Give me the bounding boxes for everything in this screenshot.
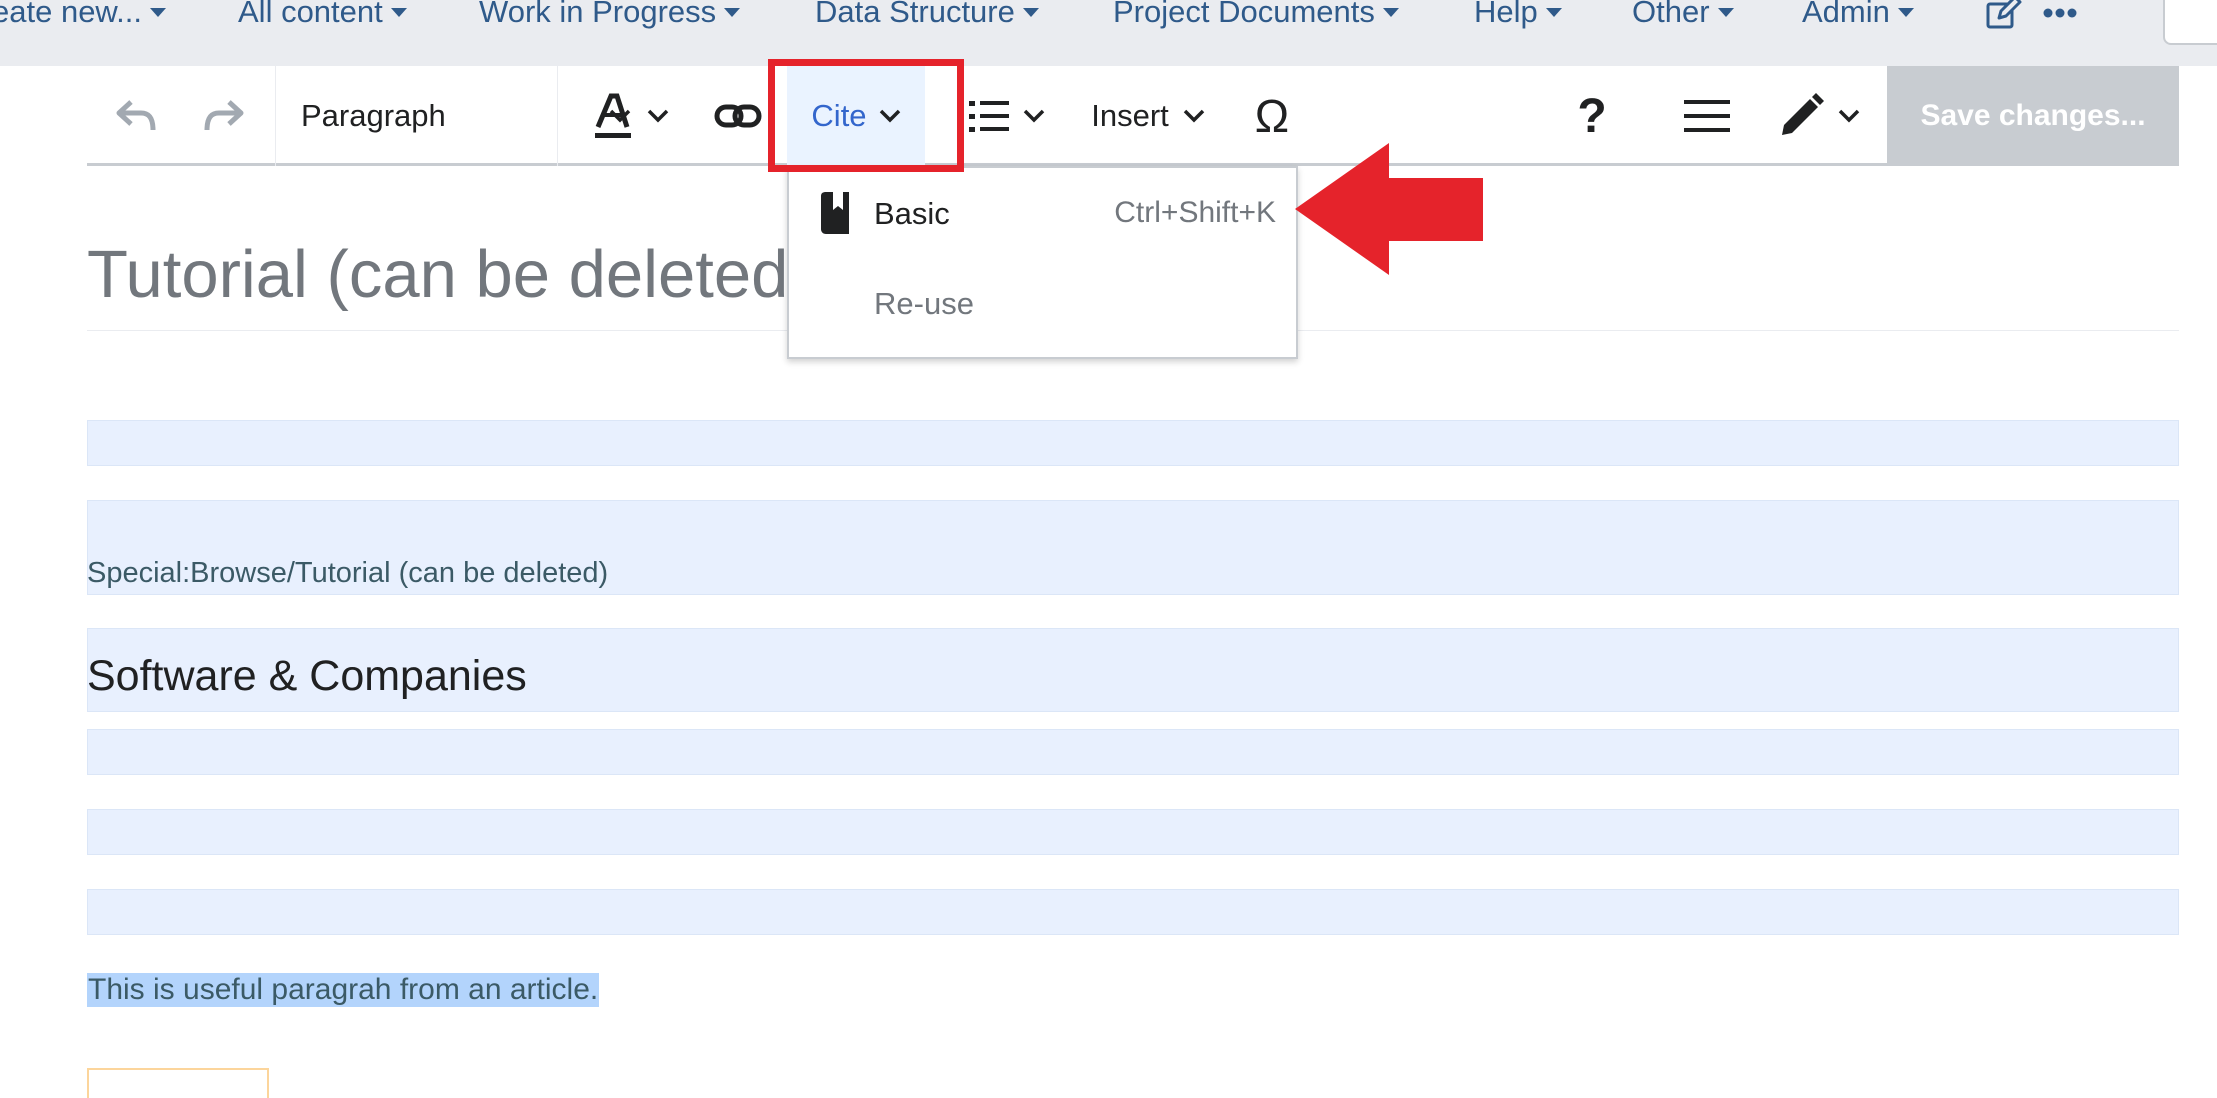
caret-down-icon: [1022, 7, 1039, 17]
nav-help[interactable]: Help: [1474, 0, 1562, 30]
cite-menu-item-basic[interactable]: Basic Ctrl+Shift+K: [789, 168, 1296, 260]
help-icon: ?: [1577, 89, 1607, 143]
caret-down-icon: [1897, 7, 1914, 17]
content-block[interactable]: [87, 729, 2179, 775]
nav-other[interactable]: Other: [1632, 0, 1734, 30]
caret-down-icon: [149, 7, 166, 17]
caret-down-icon: [1382, 7, 1399, 17]
nav-data-structure[interactable]: Data Structure: [815, 0, 1039, 30]
menu-icon: [1684, 100, 1730, 132]
omega-icon: Ω: [1254, 90, 1290, 142]
cite-dropdown-menu: Basic Ctrl+Shift+K Re-use: [787, 166, 1298, 359]
chevron-down-icon: [1023, 109, 1045, 123]
nav-all-content-label: All content: [238, 0, 383, 29]
toolbar-separator: [557, 66, 558, 166]
nav-admin[interactable]: Admin: [1802, 0, 1914, 30]
nav-all-content[interactable]: All content: [238, 0, 407, 30]
cite-basic-label: Basic: [874, 196, 950, 231]
browse-link[interactable]: Special:Browse/Tutorial (can be deleted): [87, 557, 608, 590]
nav-work-in-progress[interactable]: Work in Progress: [479, 0, 741, 30]
nav-work-in-progress-label: Work in Progress: [479, 0, 717, 29]
undo-icon: [116, 100, 156, 131]
text-style-dropdown[interactable]: [587, 86, 677, 146]
nav-admin-label: Admin: [1802, 0, 1890, 29]
special-character-button[interactable]: Ω: [1237, 86, 1307, 146]
undo-button[interactable]: [107, 91, 167, 141]
search-box[interactable]: [2163, 0, 2217, 45]
page-options-button[interactable]: [1672, 91, 1742, 141]
text-style-icon: [595, 93, 631, 138]
cite-basic-shortcut: Ctrl+Shift+K: [1114, 196, 1276, 229]
chevron-down-icon: [1183, 109, 1205, 123]
insert-label: Insert: [1091, 98, 1169, 133]
save-changes-label: Save changes...: [1920, 99, 2146, 132]
top-navigation-bar: eate new... All content Work in Progress…: [0, 0, 2217, 66]
nav-other-label: Other: [1632, 0, 1710, 29]
paragraph-format-label: Paragraph: [301, 98, 446, 133]
nav-create-new[interactable]: eate new...: [0, 0, 166, 30]
content-block[interactable]: [87, 889, 2179, 935]
redo-icon: [204, 100, 244, 131]
more-icon[interactable]: [2043, 8, 2077, 18]
page-title: Tutorial (can be deleted): [87, 237, 811, 312]
cite-reuse-label: Re-use: [874, 286, 974, 321]
nav-data-structure-label: Data Structure: [815, 0, 1015, 29]
editing-mode-dropdown[interactable]: [1769, 86, 1869, 146]
selected-paragraph[interactable]: This is useful paragrah from an article.: [87, 973, 600, 1007]
cite-menu-item-reuse[interactable]: Re-use: [789, 264, 1296, 356]
pencil-icon: [1782, 93, 1824, 135]
nav-project-documents-label: Project Documents: [1113, 0, 1375, 29]
caret-down-icon: [390, 7, 407, 17]
cite-highlight-box: [768, 59, 964, 172]
link-button[interactable]: [710, 91, 766, 141]
save-changes-button[interactable]: Save changes...: [1887, 66, 2179, 166]
section-heading: Software & Companies: [87, 652, 527, 700]
paragraph-format-dropdown[interactable]: Paragraph: [301, 86, 631, 146]
book-icon: [821, 192, 849, 234]
nav-create-new-label: eate new...: [0, 0, 142, 29]
edit-icon[interactable]: [1985, 0, 2023, 30]
content-block[interactable]: [87, 809, 2179, 855]
chevron-down-icon: [647, 109, 669, 123]
caret-down-icon: [724, 7, 741, 17]
template-box[interactable]: [87, 1068, 269, 1098]
nav-help-label: Help: [1474, 0, 1538, 29]
content-block[interactable]: [87, 420, 2179, 466]
editor-toolbar: Paragraph Cite Insert Ω ? Save changes..…: [87, 66, 2179, 166]
toolbar-separator: [275, 66, 276, 166]
annotation-arrow-icon: [1295, 143, 1483, 275]
list-icon: [969, 101, 1009, 132]
nav-project-documents[interactable]: Project Documents: [1113, 0, 1399, 30]
link-icon: [714, 104, 762, 128]
redo-button[interactable]: [193, 91, 253, 141]
list-dropdown[interactable]: [957, 86, 1057, 146]
caret-down-icon: [1717, 7, 1734, 17]
caret-down-icon: [1545, 7, 1562, 17]
insert-dropdown[interactable]: Insert: [1083, 86, 1213, 146]
chevron-down-icon: [1838, 109, 1860, 123]
help-button[interactable]: ?: [1557, 86, 1627, 146]
